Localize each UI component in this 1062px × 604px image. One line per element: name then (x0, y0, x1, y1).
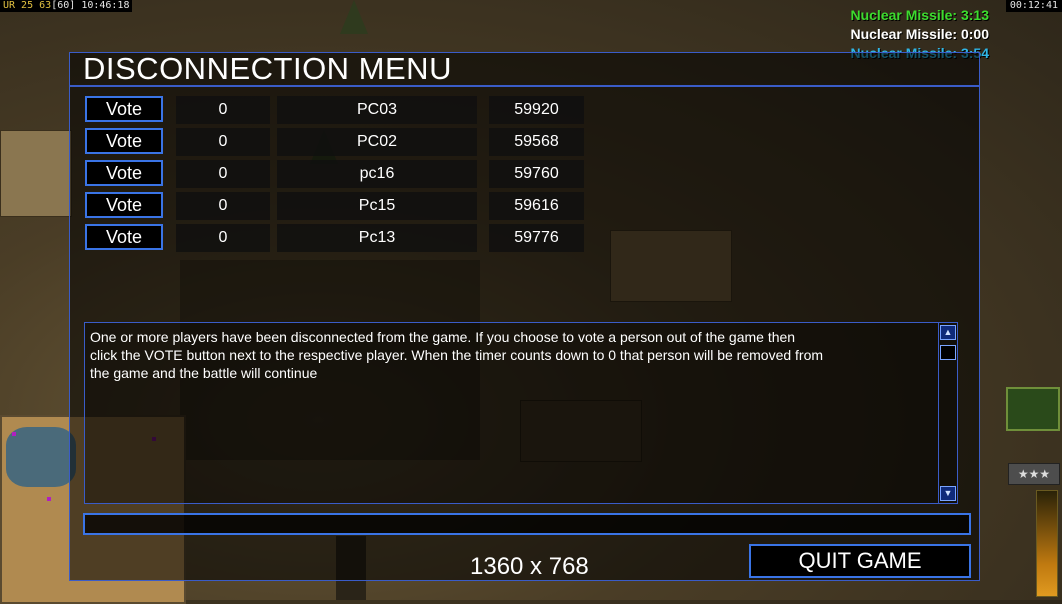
building (0, 130, 72, 217)
rank-stars: ★★★ (1008, 463, 1060, 485)
disconnection-dialog: DISCONNECTION MENU Vote 0 PC03 59920 Vot… (69, 52, 980, 581)
disconnect-timer: 59568 (489, 128, 584, 156)
quit-game-button[interactable]: QUIT GAME (749, 544, 971, 578)
vote-button[interactable]: Vote (85, 224, 163, 250)
vote-button[interactable]: Vote (85, 192, 163, 218)
minimap-unit-dot (47, 497, 51, 501)
vote-count: 0 (176, 192, 270, 220)
superweapon-timer: Nuclear Missile: 3:13 (850, 7, 989, 23)
disconnect-timer: 59920 (489, 96, 584, 124)
vote-count: 0 (176, 96, 270, 124)
local-clock: 10:46:18 (81, 0, 130, 11)
fps-cap: [60] (51, 0, 76, 11)
vote-count: 0 (176, 160, 270, 188)
superweapon-timer: Nuclear Missile: 0:00 (850, 26, 989, 42)
fps-counter: UR 25 63[60] 10:46:18 (0, 0, 133, 12)
disconnect-timer: 59760 (489, 160, 584, 188)
game-clock: 00:12:41 (1005, 0, 1062, 12)
chat-input[interactable] (83, 513, 971, 535)
vote-button[interactable]: Vote (85, 128, 163, 154)
player-name: PC02 (277, 128, 477, 156)
title-divider (70, 85, 979, 87)
scroll-thumb[interactable] (940, 345, 956, 360)
ur-readout: UR 25 (3, 0, 34, 11)
player-name: pc16 (277, 160, 477, 188)
resolution-label: 1360 x 768 (470, 553, 589, 580)
message-log[interactable]: One or more players have been disconnect… (84, 322, 958, 504)
scroll-down-icon[interactable]: ▼ (940, 486, 956, 501)
player-name: Pc15 (277, 192, 477, 220)
vote-button[interactable]: Vote (85, 96, 163, 122)
minimap-unit-dot (12, 432, 16, 436)
tree (340, 0, 368, 34)
disconnect-message: One or more players have been disconnect… (90, 329, 824, 381)
vote-button[interactable]: Vote (85, 160, 163, 186)
player-name: Pc13 (277, 224, 477, 252)
disconnect-timer: 59776 (489, 224, 584, 252)
dialog-title: DISCONNECTION MENU (83, 51, 452, 86)
minimap-terrain (6, 427, 76, 487)
player-name: PC03 (277, 96, 477, 124)
message-scrollbar[interactable]: ▲ ▼ (938, 323, 957, 503)
fps-value: 63 (39, 0, 52, 11)
vote-count: 0 (176, 224, 270, 252)
unit-portrait-icon[interactable] (1006, 387, 1060, 431)
vote-count: 0 (176, 128, 270, 156)
power-meter (1036, 490, 1058, 597)
scroll-up-icon[interactable]: ▲ (940, 325, 956, 340)
disconnect-timer: 59616 (489, 192, 584, 220)
